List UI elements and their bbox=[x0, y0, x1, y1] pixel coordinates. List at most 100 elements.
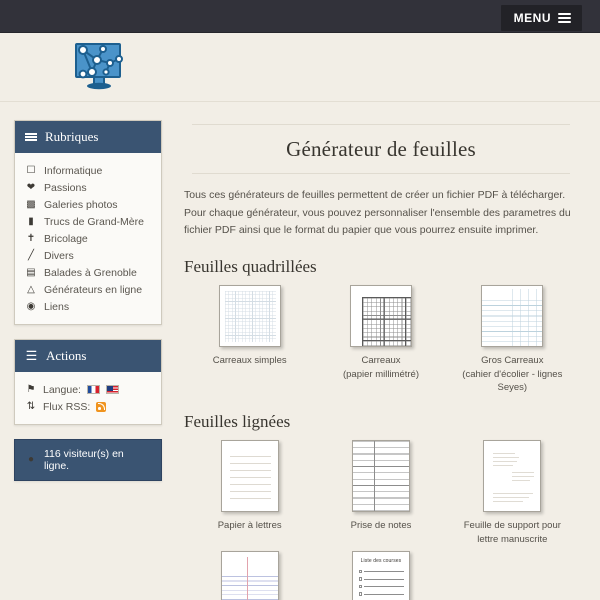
thumb-liste-des-courses[interactable]: Liste des courses bbox=[315, 550, 446, 600]
rubriques-panel: Rubriques ☐ Informatique ❤ Passions ▩ Ga… bbox=[14, 120, 162, 325]
sidebar-item-label: Générateurs en ligne bbox=[44, 283, 143, 296]
actions-header[interactable]: ☰ Actions bbox=[15, 340, 161, 372]
flag-fr-icon[interactable] bbox=[86, 385, 100, 394]
caption-line-1: Papier à lettres bbox=[217, 520, 282, 532]
sidebar-item-generateurs-en-ligne[interactable]: △ Générateurs en ligne bbox=[15, 281, 161, 298]
sidebar-item-label: Balades à Grenoble bbox=[44, 266, 137, 279]
thumb-image: Liste des courses bbox=[351, 550, 410, 600]
top-bar: MENU bbox=[0, 0, 600, 33]
caption-line-2: (papier millimétré) bbox=[342, 368, 419, 380]
thumb-image bbox=[351, 440, 410, 513]
section-heading-lignees: Feuilles lignées bbox=[184, 412, 291, 432]
sidebar-item-informatique[interactable]: ☐ Informatique bbox=[15, 162, 161, 179]
rss-sort-icon: ⇅ bbox=[26, 400, 36, 412]
sidebar-item-trucs-de-grand-mere[interactable]: ▮ Trucs de Grand-Mère bbox=[15, 213, 161, 230]
thumb-papier-a-lettres[interactable]: Papier à lettres bbox=[184, 440, 315, 533]
wrench-icon: ✝ bbox=[26, 232, 36, 244]
thumb-caption: Papier à lettres bbox=[218, 519, 282, 533]
soft-lines-pattern bbox=[229, 456, 271, 504]
thumb-caption: Gros Carreaux (cahier d'écolier - lignes… bbox=[447, 354, 578, 395]
sidebar-item-divers[interactable]: ╱ Divers bbox=[15, 247, 161, 264]
thumb-carreaux-simples[interactable]: Carreaux simples bbox=[184, 284, 315, 368]
thumb-caption: Prise de notes bbox=[351, 519, 412, 533]
blue-lines-pattern bbox=[221, 575, 278, 600]
site-logo[interactable] bbox=[70, 41, 128, 93]
actions-body: ⚑ Langue: ⇅ Flux RSS: bbox=[15, 372, 161, 424]
menu-button-label: MENU bbox=[513, 11, 551, 25]
rss-label: Flux RSS: bbox=[43, 400, 91, 413]
bank-icon: △ bbox=[27, 283, 35, 295]
section-heading-quadrillees: Feuilles quadrillées bbox=[184, 256, 317, 276]
sidebar-item-label: Informatique bbox=[44, 164, 103, 177]
caption-line-1: Gros Carreaux bbox=[481, 354, 544, 366]
caption-line-1: Carreaux simples bbox=[212, 354, 287, 366]
red-margin-line bbox=[247, 556, 249, 600]
hamburger-icon bbox=[25, 133, 37, 141]
paperclip-icon: ╱ bbox=[27, 249, 35, 261]
flag-icon: ⚑ bbox=[26, 383, 36, 395]
rubriques-title: Rubriques bbox=[45, 129, 99, 144]
thumb-image bbox=[481, 284, 544, 347]
sidebar-item-label: Trucs de Grand-Mère bbox=[44, 215, 144, 228]
sidebar-item-galeries-photos[interactable]: ▩ Galeries photos bbox=[15, 196, 161, 213]
thumb-feuille-de-support[interactable]: Feuille de support pour lettre manuscrit… bbox=[447, 440, 578, 547]
thumb-caption: Carreaux simples bbox=[213, 354, 287, 368]
courses-checkbox-rows bbox=[358, 568, 404, 600]
hamburger-icon bbox=[558, 13, 571, 23]
building-icon: ▤ bbox=[26, 266, 36, 278]
actions-list: ⚑ Langue: ⇅ Flux RSS: bbox=[15, 381, 161, 415]
caption-line-2: (cahier d'écolier - lignes Seyes) bbox=[462, 368, 563, 394]
thumb-prise-de-notes[interactable]: Prise de notes bbox=[315, 440, 446, 533]
caption-line-2: lettre manuscrite bbox=[477, 533, 548, 545]
sidebar: Rubriques ☐ Informatique ❤ Passions ▩ Ga… bbox=[14, 120, 162, 600]
notes-vertical-divider bbox=[373, 441, 375, 512]
thumb-image bbox=[349, 284, 412, 347]
actions-title: Actions bbox=[46, 348, 87, 363]
language-label: Langue: bbox=[43, 383, 81, 396]
page-title: Générateur de feuilles bbox=[286, 137, 476, 161]
menu-button[interactable]: MENU bbox=[500, 5, 582, 31]
heart-icon: ❤ bbox=[26, 181, 36, 193]
intro-text: Tous ces générateurs de feuilles permett… bbox=[184, 187, 578, 240]
page-body: Rubriques ☐ Informatique ❤ Passions ▩ Ga… bbox=[0, 102, 600, 600]
thumb-image bbox=[220, 440, 279, 513]
main-content: Générateur de feuilles Tous ces générate… bbox=[162, 120, 600, 600]
sidebar-item-label: Passions bbox=[44, 181, 87, 194]
image-icon: ▩ bbox=[26, 198, 36, 210]
globe-icon: ◉ bbox=[26, 300, 36, 312]
seyes-vertical-lines bbox=[512, 288, 540, 346]
thumb-row-lignees-2: Liste des courses bbox=[184, 550, 578, 600]
thumb-row-quadrillees: Carreaux simples Carreaux (papier millim… bbox=[184, 284, 578, 395]
thumb-image bbox=[218, 284, 281, 347]
user-icon: ● bbox=[27, 454, 35, 465]
grid-pattern bbox=[224, 290, 276, 342]
support-text-blocks bbox=[484, 441, 540, 511]
caption-line-1: Carreaux bbox=[361, 354, 401, 366]
sidebar-item-passions[interactable]: ❤ Passions bbox=[15, 179, 161, 196]
sidebar-item-balades-a-grenoble[interactable]: ▤ Balades à Grenoble bbox=[15, 264, 161, 281]
logo-band bbox=[0, 33, 600, 102]
language-row: ⚑ Langue: bbox=[15, 381, 161, 398]
network-monitor-icon bbox=[75, 43, 123, 90]
sidebar-item-liens[interactable]: ◉ Liens bbox=[15, 298, 161, 315]
sidebar-item-label: Liens bbox=[44, 300, 70, 313]
comment-icon: ▮ bbox=[28, 215, 34, 227]
flag-us-icon[interactable] bbox=[105, 385, 119, 394]
rubriques-header[interactable]: Rubriques bbox=[15, 121, 161, 153]
sidebar-item-bricolage[interactable]: ✝ Bricolage bbox=[15, 230, 161, 247]
sidebar-item-label: Galeries photos bbox=[44, 198, 118, 211]
rubriques-body: ☐ Informatique ❤ Passions ▩ Galeries pho… bbox=[15, 153, 161, 324]
thumb-carreaux-millimetre[interactable]: Carreaux (papier millimétré) bbox=[315, 284, 446, 382]
millimeter-bold-grid-pattern bbox=[361, 296, 411, 346]
rss-icon[interactable] bbox=[96, 401, 107, 412]
thumb-cahier-lignes-bleues[interactable] bbox=[184, 550, 315, 600]
thumb-image bbox=[483, 440, 542, 513]
caption-line-1: Feuille de support pour bbox=[463, 520, 561, 532]
actions-panel: ☰ Actions ⚑ Langue: ⇅ Flux RSS: bbox=[14, 339, 162, 425]
thumb-gros-carreaux-seyes[interactable]: Gros Carreaux (cahier d'écolier - lignes… bbox=[447, 284, 578, 395]
thumb-caption: Carreaux (papier millimétré) bbox=[343, 354, 419, 382]
rubriques-list: ☐ Informatique ❤ Passions ▩ Galeries pho… bbox=[15, 162, 161, 315]
courses-title-text: Liste des courses bbox=[360, 557, 402, 564]
intro-line-2: Pour chaque générateur, vous pouvez pers… bbox=[184, 206, 571, 237]
thumb-image bbox=[220, 550, 279, 600]
